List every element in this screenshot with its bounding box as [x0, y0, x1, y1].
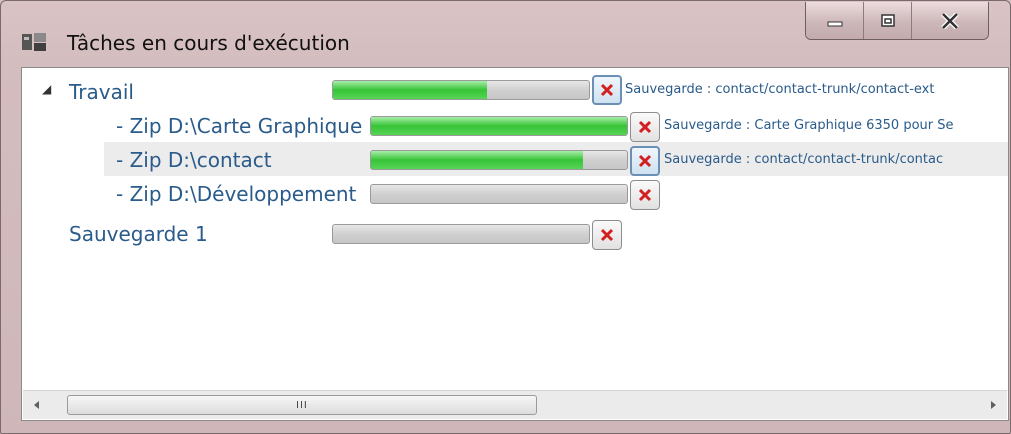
tree-item-developpement[interactable]: - Zip D:\Développement: [22, 176, 1008, 210]
progress-fill: [371, 151, 584, 169]
task-tree: ◢ Travail Sauvegarde : contact/contact-t…: [21, 67, 1009, 421]
window-title: Tâches en cours d'exécution: [67, 31, 350, 55]
node-label: Sauvegarde 1: [69, 222, 208, 246]
cancel-x-icon: [638, 154, 652, 168]
status-text: Sauvegarde : Carte Graphique 6350 pour S…: [664, 118, 954, 133]
cancel-x-icon: [638, 120, 652, 134]
cancel-x-icon: [600, 83, 614, 97]
minimize-button[interactable]: [806, 2, 864, 39]
progress-bar: [370, 150, 628, 170]
scroll-left-icon[interactable]: [29, 397, 45, 413]
tree-item-carte-graphique[interactable]: - Zip D:\Carte Graphique Sauvegarde : Ca…: [22, 108, 1008, 142]
node-label: - Zip D:\contact: [116, 148, 272, 172]
scroll-grip: III: [296, 400, 308, 411]
node-label: Travail: [69, 80, 134, 104]
maximize-icon: [880, 13, 895, 27]
progress-bar: [332, 224, 590, 244]
progress-bar: [370, 184, 628, 204]
cancel-x-icon: [600, 228, 614, 242]
cancel-button[interactable]: [592, 75, 622, 105]
progress-fill: [371, 117, 627, 135]
close-button[interactable]: [912, 2, 988, 39]
tree-item-sauvegarde-1[interactable]: Sauvegarde 1: [22, 216, 1008, 250]
status-text: Sauvegarde : contact/contact-trunk/conta…: [625, 82, 935, 97]
close-icon: [941, 12, 959, 29]
cancel-button[interactable]: [630, 112, 660, 142]
maximize-button[interactable]: [864, 2, 912, 39]
status-text: Sauvegarde : contact/contact-trunk/conta…: [664, 152, 944, 167]
cancel-x-icon: [638, 188, 652, 202]
scroll-thumb[interactable]: III: [67, 395, 537, 415]
node-label: - Zip D:\Carte Graphique: [116, 114, 363, 138]
cancel-button[interactable]: [630, 146, 660, 176]
progress-bar: [370, 116, 628, 136]
expand-arrow-icon[interactable]: ◢: [42, 82, 51, 96]
progress-fill: [333, 81, 487, 99]
tree-item-contact[interactable]: - Zip D:\contact Sauvegarde : contact/co…: [104, 142, 1008, 176]
cancel-button[interactable]: [630, 180, 660, 210]
minimize-icon: [827, 21, 842, 26]
title-bar[interactable]: Tâches en cours d'exécution: [1, 1, 1010, 65]
node-label: - Zip D:\Développement: [116, 182, 357, 206]
caption-buttons: [805, 2, 989, 40]
tasks-app-icon: [22, 33, 46, 51]
task-window: Tâches en cours d'exécution ◢ Travail Sa…: [0, 0, 1011, 434]
cancel-button[interactable]: [592, 220, 622, 250]
horizontal-scrollbar[interactable]: III: [23, 390, 1007, 419]
progress-bar: [332, 80, 590, 100]
scroll-right-icon[interactable]: [985, 397, 1001, 413]
tree-item-travail[interactable]: ◢ Travail Sauvegarde : contact/contact-t…: [22, 74, 1008, 108]
